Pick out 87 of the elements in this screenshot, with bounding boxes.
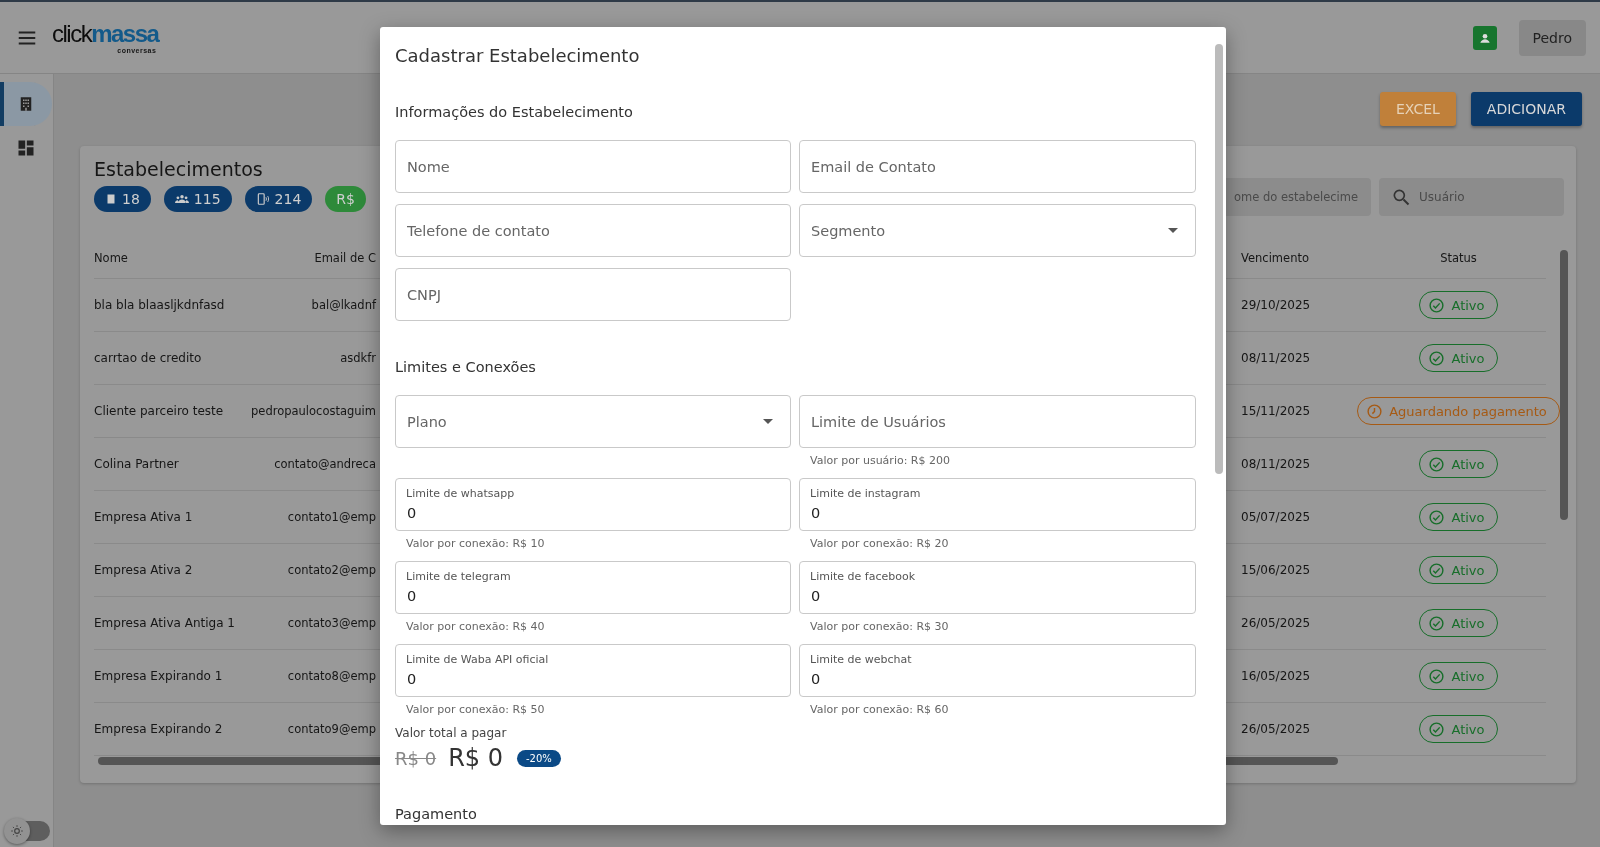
table-cell-text: 15/06/2025: [1241, 563, 1312, 577]
input-field[interactable]: Telefone de contato: [395, 204, 791, 257]
table-cell-text: contato8@emp: [286, 669, 376, 683]
hint-text: Valor por conexão: R$ 30: [809, 619, 950, 633]
input-field[interactable]: Nome: [395, 140, 791, 193]
old-price: R$ 0: [395, 747, 437, 769]
check-circle-icon: [1428, 349, 1446, 367]
hint-text: Valor por usuário: R$ 200: [809, 453, 951, 467]
table-cell-text: bal@lkadnf: [310, 298, 376, 312]
field-label: Limite de Waba API oficial: [406, 653, 549, 666]
search-icon: [1391, 187, 1411, 207]
contact-button[interactable]: [1472, 25, 1497, 50]
table-cell-text: carrtao de credito: [94, 351, 203, 365]
discount-badge: -20%: [517, 749, 561, 767]
section-title: Pagamento: [395, 806, 478, 822]
column-header: Nome: [94, 251, 129, 265]
search-field[interactable]: Usuário: [1379, 178, 1564, 216]
column-header: Vencimento: [1241, 251, 1310, 265]
table-cell-text: Empresa Expirando 1: [94, 669, 224, 683]
check-circle-icon: [1428, 667, 1446, 685]
total-label: Valor total a pagar: [395, 726, 508, 740]
table-cell-text: Empresa Ativa Antiga 1: [94, 616, 236, 630]
check-circle-icon: [1428, 296, 1446, 314]
users-icon: [174, 192, 189, 206]
sidebar-item[interactable]: [0, 82, 52, 126]
table-cell-text: Colina Partner: [94, 457, 180, 471]
check-circle-icon: [1428, 720, 1446, 738]
building-icon: [105, 193, 117, 205]
table-cell-text: bla bla blaasljkdnfasd: [94, 298, 226, 312]
field-label: Limite de telegram: [406, 570, 511, 583]
table-cell-text: 26/05/2025: [1241, 616, 1312, 630]
table-cell-text: Empresa Ativa 2: [94, 563, 194, 577]
field-label: Limite de webchat: [810, 653, 912, 666]
field-label: Limite de instagram: [810, 487, 921, 500]
table-cell-text: contato3@emp: [286, 616, 376, 630]
table-cell-text: asdkfr: [339, 351, 376, 365]
select-field[interactable]: Segmento: [799, 204, 1196, 257]
count-badge: 18: [94, 186, 151, 212]
field-label: Limite de facebook: [810, 570, 916, 583]
column-header: Email de C: [313, 251, 376, 265]
table-cell-text: 26/05/2025: [1241, 722, 1312, 736]
input-field[interactable]: CNPJ: [395, 268, 791, 321]
table-cell-text: 05/07/2025: [1241, 510, 1312, 524]
select-field[interactable]: Plano: [395, 395, 791, 448]
table-cell-text: Empresa Ativa 1: [94, 510, 194, 524]
table-cell-text: 08/11/2025: [1241, 351, 1312, 365]
field-label: Limite de whatsapp: [406, 487, 515, 500]
check-circle-icon: [1428, 561, 1446, 579]
dashboard-icon: [16, 138, 36, 158]
user-button[interactable]: Pedro: [1518, 19, 1586, 56]
hint-text: Valor por conexão: R$ 50: [405, 702, 546, 716]
total-price: R$ 0: [448, 744, 503, 772]
count-badge: 214: [244, 186, 313, 212]
table-cell-text: 08/11/2025: [1241, 457, 1312, 471]
sun-icon: [10, 824, 24, 838]
theme-toggle[interactable]: [6, 821, 50, 841]
section-title: Limites e Conexões: [395, 359, 537, 375]
caret-icon: [1168, 228, 1178, 233]
hint-text: Valor por conexão: R$ 40: [405, 619, 546, 633]
table-cell-text: contato2@emp: [286, 563, 376, 577]
table-cell-text: contato@andreca: [273, 457, 376, 471]
table-cell-text: pedropaulocostaguim: [250, 404, 376, 418]
table-cell-text: contato1@emp: [286, 510, 376, 524]
table-cell-text: contato9@emp: [286, 722, 376, 736]
check-circle-icon: [1428, 508, 1446, 526]
input-field[interactable]: Email de Contato: [799, 140, 1196, 193]
table-cell-text: 15/11/2025: [1241, 404, 1312, 418]
dialog-title: Cadastrar Estabelecimento: [395, 45, 641, 66]
hint-text: Valor por conexão: R$ 60: [809, 702, 950, 716]
column-header: Status: [1439, 251, 1478, 265]
table-cell-text: Cliente parceiro teste: [94, 404, 225, 418]
count-badge: R$: [325, 186, 366, 212]
card-title: Estabelecimentos: [94, 158, 264, 180]
hint-text: Valor por conexão: R$ 10: [405, 536, 546, 550]
phone-icon: [255, 192, 270, 206]
table-cell-text: Empresa Expirando 2: [94, 722, 224, 736]
table-cell-text: 29/10/2025: [1241, 298, 1312, 312]
check-circle-icon: [1428, 614, 1446, 632]
caret-icon: [763, 419, 773, 424]
input-field[interactable]: Limite de Usuários: [799, 395, 1196, 448]
add-button[interactable]: ADICIONAR: [1470, 92, 1582, 126]
check-circle-icon: [1428, 455, 1446, 473]
count-badge: 115: [163, 186, 232, 212]
hint-text: Valor por conexão: R$ 20: [809, 536, 950, 550]
clock-icon: [1366, 402, 1384, 420]
section-title: Informações do Estabelecimento: [395, 104, 634, 120]
table-cell-text: 16/05/2025: [1241, 669, 1312, 683]
